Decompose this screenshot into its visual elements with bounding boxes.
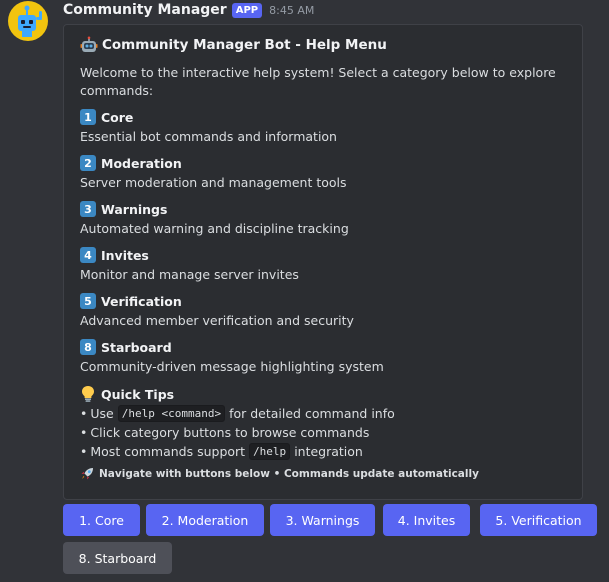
quick-tips-heading: Quick Tips: [80, 385, 174, 403]
button-warnings[interactable]: 3. Warnings: [270, 504, 375, 536]
tip-item: • Use /help <command> for detailed comma…: [80, 405, 395, 422]
embed-footer: Navigate with buttons below • Commands u…: [80, 467, 479, 481]
tip-text: Most commands support: [90, 444, 246, 459]
tip-text: for detailed command info: [229, 406, 395, 421]
robot-icon: [80, 36, 98, 52]
category-verification: 5 Verification Advanced member verificat…: [80, 292, 570, 330]
category-starboard: 8 Starboard Community-driven message hig…: [80, 338, 570, 376]
category-name: Verification: [101, 293, 182, 309]
quick-tips-list: • Use /help <command> for detailed comma…: [80, 404, 570, 461]
robot-avatar-icon: [18, 5, 42, 37]
keycap-8-icon: 8: [80, 339, 96, 355]
button-core[interactable]: 1. Core: [63, 504, 140, 536]
category-description: Automated warning and discipline trackin…: [80, 221, 349, 236]
embed-title-text: Community Manager Bot - Help Menu: [102, 37, 387, 53]
footer-text: Navigate with buttons below • Commands u…: [99, 468, 479, 480]
inline-code: /help <command>: [117, 405, 226, 422]
category-name: Invites: [101, 247, 149, 263]
button-verification[interactable]: 5. Verification: [480, 504, 597, 536]
tip-item: • Click category buttons to browse comma…: [80, 425, 370, 440]
button-invites[interactable]: 4. Invites: [383, 504, 470, 536]
tip-text: integration: [294, 444, 363, 459]
message-timestamp[interactable]: 8:45 AM: [269, 4, 314, 17]
tip-item: • Most commands support /help integratio…: [80, 443, 363, 460]
embed-description: Welcome to the interactive help system! …: [80, 65, 556, 98]
category-moderation: 2 Moderation Server moderation and manag…: [80, 154, 570, 192]
keycap-5-icon: 5: [80, 293, 96, 309]
lightbulb-icon: [82, 386, 94, 402]
quick-tips-title: Quick Tips: [101, 386, 175, 402]
embed-title: Community Manager Bot - Help Menu: [80, 36, 387, 54]
message-header: Community Manager APP 8:45 AM: [63, 0, 314, 20]
button-moderation[interactable]: 2. Moderation: [146, 504, 264, 536]
category-description: Server moderation and management tools: [80, 175, 347, 190]
help-embed: Community Manager Bot - Help Menu Welcom…: [63, 24, 583, 500]
tip-text: Click category buttons to browse command…: [90, 425, 370, 440]
category-description: Monitor and manage server invites: [80, 267, 299, 282]
category-core: 1 Core Essential bot commands and inform…: [80, 108, 570, 146]
keycap-4-icon: 4: [80, 247, 96, 263]
category-description: Advanced member verification and securit…: [80, 313, 354, 328]
bot-avatar[interactable]: [8, 1, 48, 41]
category-name: Core: [101, 109, 134, 125]
keycap-2-icon: 2: [80, 155, 96, 171]
category-invites: 4 Invites Monitor and manage server invi…: [80, 246, 570, 284]
category-warnings: 3 Warnings Automated warning and discipl…: [80, 200, 570, 238]
category-name: Moderation: [101, 155, 182, 171]
app-badge: APP: [231, 2, 263, 18]
author-name[interactable]: Community Manager: [63, 2, 227, 18]
keycap-3-icon: 3: [80, 201, 96, 217]
category-name: Starboard: [101, 339, 172, 355]
keycap-1-icon: 1: [80, 109, 96, 125]
tip-text: Use: [90, 406, 114, 421]
category-name: Warnings: [101, 201, 168, 217]
inline-code: /help: [249, 443, 291, 460]
category-description: Community-driven message highlighting sy…: [80, 359, 384, 374]
button-starboard[interactable]: 8. Starboard: [63, 542, 172, 574]
rocket-icon: [81, 468, 93, 480]
category-description: Essential bot commands and information: [80, 129, 337, 144]
